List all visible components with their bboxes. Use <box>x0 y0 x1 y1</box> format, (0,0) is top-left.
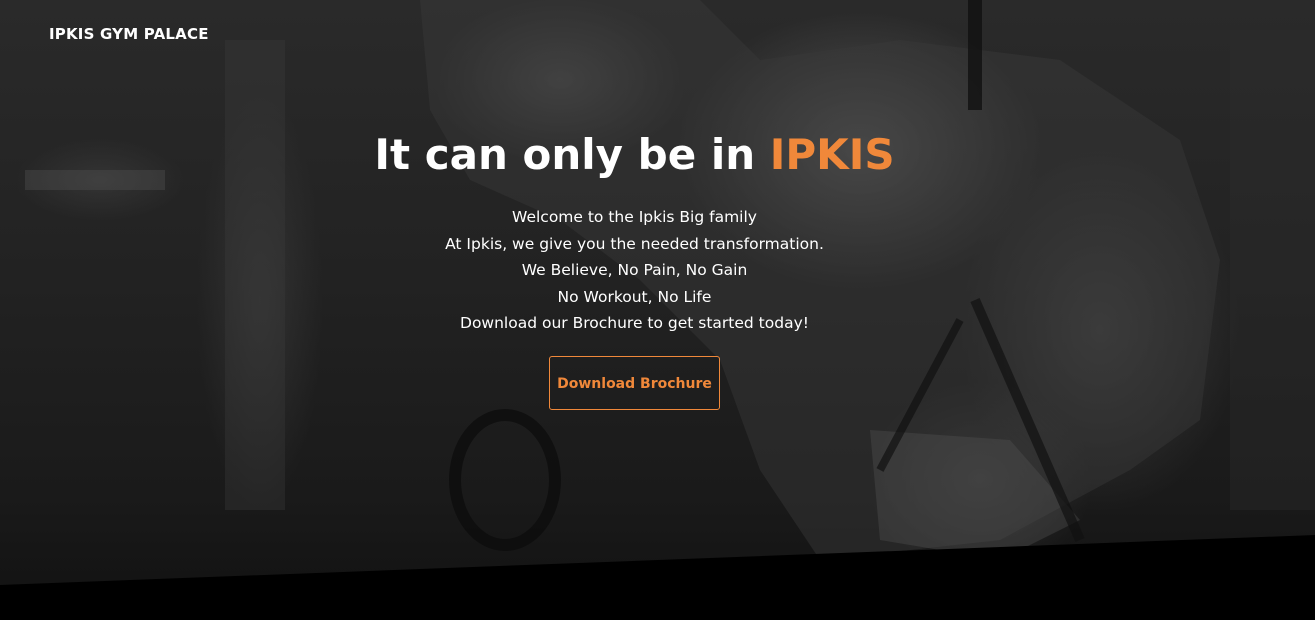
hero-section: IPKIS GYM PALACE It can only be in IPKIS… <box>0 0 1315 620</box>
hero-description: Welcome to the Ipkis Big family At Ipkis… <box>0 204 1269 337</box>
download-brochure-button[interactable]: Download Brochure <box>549 355 720 410</box>
hero-headline: It can only be in IPKIS <box>0 128 1269 182</box>
headline-prefix: It can only be in <box>374 130 770 179</box>
hero-line: No Workout, No Life <box>557 287 712 306</box>
hero-line: Download our Brochure to get started tod… <box>460 314 809 332</box>
hero-line: At Ipkis, we give you the needed transfo… <box>445 234 824 253</box>
hero-line: We Believe, No Pain, No Gain <box>521 261 748 279</box>
hero-content: It can only be in IPKIS Welcome to the I… <box>0 128 1269 410</box>
hero-line: Welcome to the Ipkis Big family <box>512 208 757 226</box>
brand-logo-text[interactable]: IPKIS GYM PALACE <box>49 25 209 43</box>
headline-accent: IPKIS <box>769 130 895 179</box>
